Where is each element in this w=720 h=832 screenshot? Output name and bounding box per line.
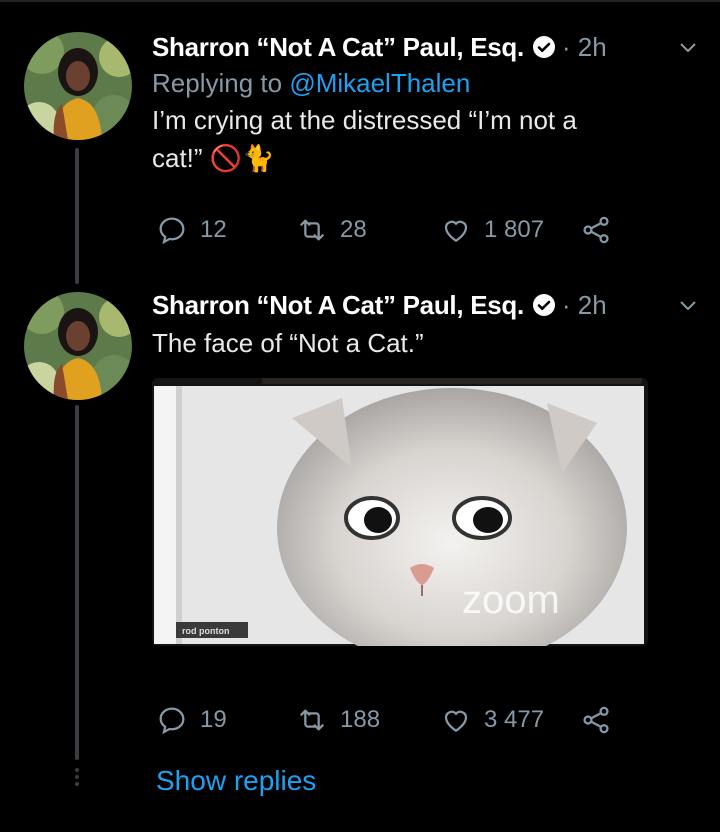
top-divider [0, 0, 720, 2]
tweet[interactable]: Sharron “Not A Cat” Paul, Esq. · 2h The … [152, 288, 700, 362]
reply-button[interactable]: 19 [156, 704, 227, 736]
verified-badge-icon [532, 293, 556, 317]
author-name[interactable]: Sharron “Not A Cat” Paul, Esq. [152, 32, 524, 63]
verified-badge-icon [532, 35, 556, 59]
like-count: 3 477 [484, 706, 545, 733]
reply-icon [159, 707, 185, 735]
tweet-header: Sharron “Not A Cat” Paul, Esq. · 2h [152, 30, 700, 64]
retweet-button[interactable]: 28 [296, 214, 367, 246]
share-icon [583, 706, 609, 734]
retweet-icon [300, 709, 324, 731]
media-nameplate: rod ponton [182, 626, 229, 636]
author-name[interactable]: Sharron “Not A Cat” Paul, Esq. [152, 290, 524, 321]
avatar[interactable] [24, 32, 132, 140]
cat-emoji: 🐈 [242, 143, 275, 173]
tweet-text-line: cat!” 🚫🐈 [152, 139, 700, 177]
like-count: 1 807 [484, 216, 545, 243]
share-icon [583, 216, 609, 244]
retweet-count: 188 [340, 706, 381, 733]
media-watermark: zoom [462, 578, 560, 622]
thread-connector [75, 148, 79, 284]
tweet-header: Sharron “Not A Cat” Paul, Esq. · 2h [152, 288, 700, 322]
heart-icon [444, 220, 468, 242]
reply-count: 12 [200, 216, 227, 243]
thread-connector [75, 405, 79, 760]
tweet-actions: 19 188 3 477 [156, 702, 636, 738]
tweet[interactable]: Sharron “Not A Cat” Paul, Esq. · 2h Repl… [152, 30, 700, 177]
chevron-down-icon[interactable] [676, 35, 700, 59]
replying-to: Replying to @MikaelThalen [152, 68, 700, 99]
heart-icon [444, 710, 468, 732]
replying-handle-link[interactable]: @MikaelThalen [289, 68, 470, 98]
replying-prefix: Replying to [152, 68, 290, 98]
tweet-text: The face of “Not a Cat.” [152, 328, 424, 358]
show-replies-link[interactable]: Show replies [156, 765, 316, 797]
avatar[interactable] [24, 292, 132, 400]
retweet-button[interactable]: 188 [296, 704, 380, 736]
tweet-text-line: I’m crying at the distressed “I’m not a [152, 105, 577, 135]
retweet-count: 28 [340, 216, 367, 243]
reply-count: 19 [200, 706, 227, 733]
tweet-actions: 12 28 1 807 [156, 212, 636, 248]
share-button[interactable] [580, 214, 624, 246]
tweet-text: I’m crying at the distressed “I’m not a … [152, 101, 700, 177]
more-dots-icon [72, 765, 82, 789]
like-button[interactable]: 1 807 [440, 214, 544, 246]
reply-icon [159, 217, 185, 245]
like-button[interactable]: 3 477 [440, 704, 544, 736]
no-entry-emoji: 🚫 [209, 143, 243, 173]
chevron-down-icon[interactable] [676, 293, 700, 317]
tweet-media-image[interactable]: rod ponton zoom [152, 378, 648, 646]
tweet-timestamp[interactable]: · 2h [562, 32, 607, 63]
tweet-timestamp[interactable]: · 2h [562, 290, 607, 321]
share-button[interactable] [580, 704, 624, 736]
retweet-icon [300, 219, 324, 241]
reply-button[interactable]: 12 [156, 214, 227, 246]
tweet-text-fragment: cat!” [152, 143, 203, 173]
